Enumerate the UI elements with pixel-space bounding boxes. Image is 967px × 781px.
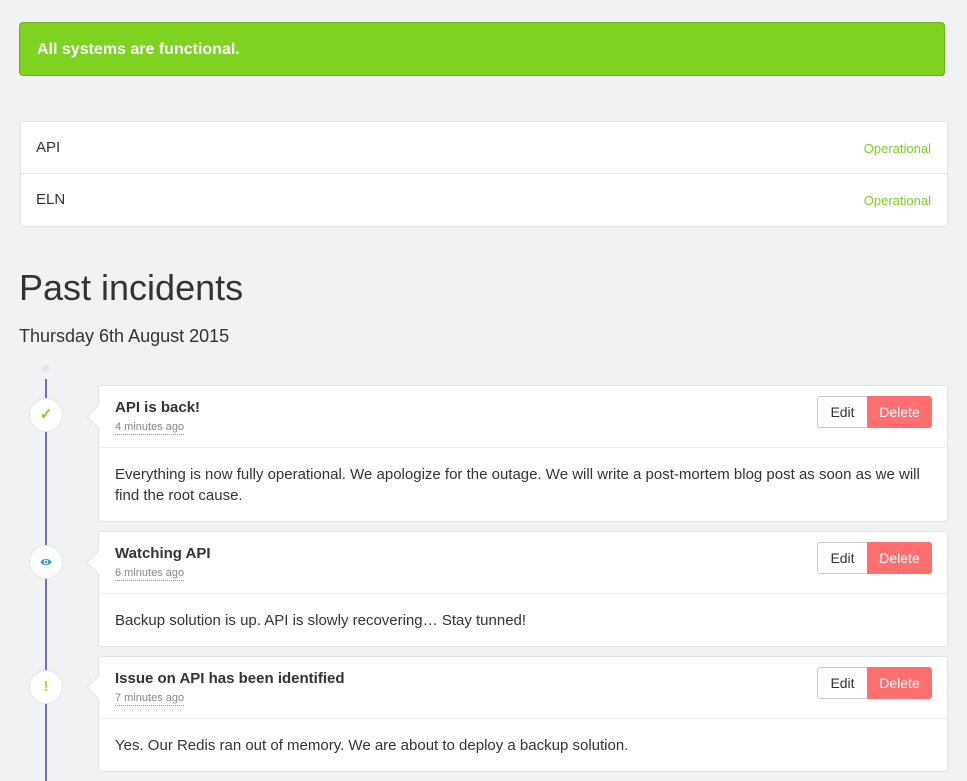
incident-header: Watching API 6 minutes ago Edit Delete xyxy=(99,532,947,594)
check-glyph: ✓ xyxy=(39,406,53,423)
components-list: API Operational ELN Operational xyxy=(20,121,948,227)
edit-button[interactable]: Edit xyxy=(817,396,867,428)
incident-time: 6 minutes ago xyxy=(115,567,185,581)
component-name: API xyxy=(36,139,61,156)
eye-icon xyxy=(29,545,63,579)
component-status: Operational xyxy=(863,141,931,156)
delete-button[interactable]: Delete xyxy=(867,542,932,574)
timeline-line xyxy=(45,379,47,781)
edit-button[interactable]: Edit xyxy=(817,667,867,699)
incident-header: API is back! 4 minutes ago Edit Delete xyxy=(99,386,947,448)
incident-date-heading: Thursday 6th August 2015 xyxy=(19,326,230,346)
incident-time: 4 minutes ago xyxy=(115,421,185,435)
component-row-eln: ELN Operational xyxy=(21,174,947,226)
incident-message: Everything is now fully operational. We … xyxy=(115,466,920,504)
component-name: ELN xyxy=(36,191,66,208)
status-banner: All systems are functional. xyxy=(19,22,945,76)
incident-actions: Edit Delete xyxy=(817,667,932,699)
past-incidents-title: Past incidents xyxy=(19,267,244,308)
incident-actions: Edit Delete xyxy=(817,396,932,428)
exclamation-icon: ! xyxy=(29,670,63,704)
delete-button[interactable]: Delete xyxy=(867,396,932,428)
timeline-start-dot xyxy=(42,365,49,372)
incident-actions: Edit Delete xyxy=(817,542,932,574)
component-status: Operational xyxy=(863,193,931,208)
incident-title: API is back! xyxy=(115,399,201,416)
edit-button[interactable]: Edit xyxy=(817,542,867,574)
eye-svg xyxy=(40,559,52,565)
incident-message: Yes. Our Redis ran out of memory. We are… xyxy=(115,737,629,754)
component-row-api: API Operational xyxy=(21,122,947,174)
incident-time: 7 minutes ago xyxy=(115,692,185,706)
delete-button[interactable]: Delete xyxy=(867,667,932,699)
check-icon: ✓ xyxy=(29,398,63,432)
incident-title: Issue on API has been identified xyxy=(115,670,345,687)
incident-title: Watching API xyxy=(115,545,211,562)
incident-header: Issue on API has been identified 7 minut… xyxy=(99,657,947,719)
incident-card: Issue on API has been identified 7 minut… xyxy=(98,656,948,772)
incident-message: Backup solution is up. API is slowly rec… xyxy=(115,612,527,629)
incident-card: Watching API 6 minutes ago Edit Delete B… xyxy=(98,531,948,647)
exclamation-glyph: ! xyxy=(43,678,49,695)
incident-card: API is back! 4 minutes ago Edit Delete E… xyxy=(98,385,948,522)
